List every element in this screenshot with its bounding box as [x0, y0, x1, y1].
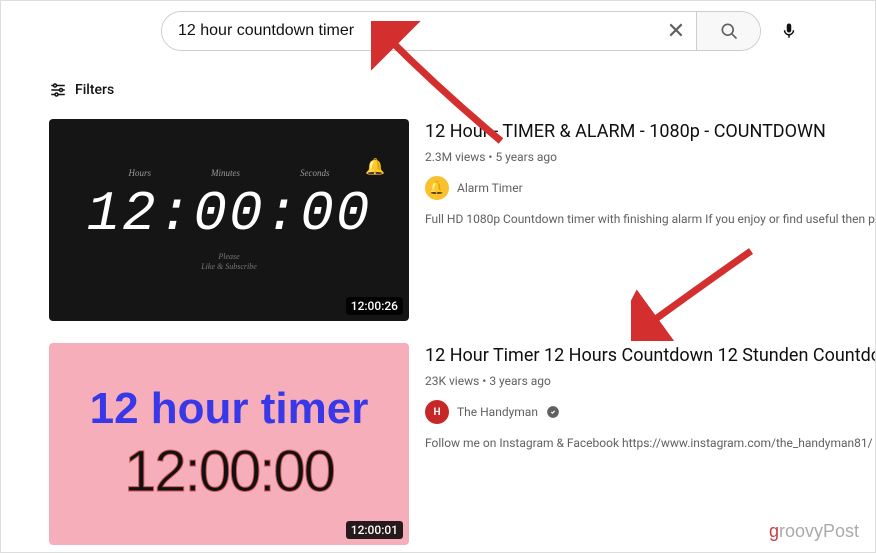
verified-icon — [546, 405, 560, 419]
channel-avatar: H — [425, 400, 449, 424]
channel-name: Alarm Timer — [457, 181, 523, 195]
filters-button[interactable]: Filters — [1, 61, 875, 119]
video-duration: 12:00:01 — [346, 521, 403, 539]
video-title[interactable]: 12 Hour - TIMER & ALARM - 1080p - COUNTD… — [425, 119, 875, 144]
video-result: Hours Minutes Seconds 12:00:00 Please Li… — [49, 119, 875, 321]
video-title[interactable]: 12 Hour Timer 12 Hours Countdown 12 Stun… — [425, 343, 875, 368]
thumbnail-subtext: Please Like & Subscribe — [201, 252, 257, 271]
channel-row[interactable]: 🔔 Alarm Timer — [425, 176, 875, 200]
close-icon: ✕ — [667, 19, 685, 44]
thumbnail-time: 12:00:00 — [124, 438, 334, 505]
video-stats: 2.3M views • 5 years ago — [425, 150, 875, 164]
search-bar: ✕ — [161, 11, 761, 51]
video-meta: 12 Hour Timer 12 Hours Countdown 12 Stun… — [425, 343, 875, 545]
video-result: 12 hour timer 12:00:00 12:00:01 12 Hour … — [49, 343, 875, 545]
video-thumbnail[interactable]: Hours Minutes Seconds 12:00:00 Please Li… — [49, 119, 409, 321]
search-button[interactable] — [696, 12, 760, 50]
thumbnail-labels: Hours Minutes Seconds — [128, 168, 329, 178]
video-description: Follow me on Instagram & Facebook https:… — [425, 436, 875, 450]
channel-name: The Handyman — [457, 405, 538, 419]
watermark: groovyPost — [769, 521, 859, 542]
filters-label: Filters — [75, 82, 114, 98]
video-duration: 12:00:26 — [346, 297, 403, 315]
bell-icon: 🔔 — [365, 157, 385, 176]
microphone-icon — [780, 22, 798, 40]
channel-row[interactable]: H The Handyman — [425, 400, 875, 424]
filters-icon — [49, 81, 67, 99]
search-results: Hours Minutes Seconds 12:00:00 Please Li… — [1, 119, 875, 545]
video-description: Full HD 1080p Countdown timer with finis… — [425, 212, 875, 226]
clear-search-button[interactable]: ✕ — [656, 12, 696, 50]
channel-avatar: 🔔 — [425, 176, 449, 200]
thumbnail-title: 12 hour timer — [90, 384, 369, 434]
video-thumbnail[interactable]: 12 hour timer 12:00:00 12:00:01 — [49, 343, 409, 545]
video-meta: 12 Hour - TIMER & ALARM - 1080p - COUNTD… — [425, 119, 875, 321]
voice-search-button[interactable] — [769, 11, 809, 51]
search-input[interactable] — [162, 12, 656, 50]
header: ✕ — [1, 1, 875, 61]
thumbnail-time: 12:00:00 — [87, 182, 372, 246]
video-stats: 23K views • 3 years ago — [425, 374, 875, 388]
search-icon — [719, 21, 739, 41]
